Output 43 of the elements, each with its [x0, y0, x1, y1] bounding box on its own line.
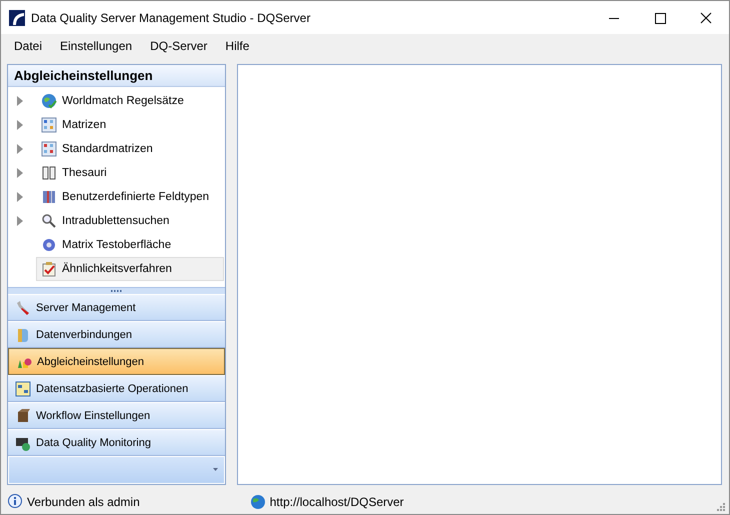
navigation-button[interactable]: Data Quality Monitoring: [8, 429, 225, 456]
navigation-button[interactable]: Server Management: [8, 294, 225, 321]
status-connection: Verbunden als admin: [1, 494, 140, 510]
menu-item[interactable]: Einstellungen: [53, 39, 140, 53]
window-title: Data Quality Server Management Studio - DQServer: [31, 10, 312, 24]
globe-icon: [250, 494, 266, 510]
app-logo-icon: [9, 10, 25, 26]
panel-header: Abgleicheinstellungen: [8, 65, 225, 87]
resize-grip-icon[interactable]: [715, 501, 725, 511]
database-icon: [15, 326, 31, 342]
status-url: http://localhost/DQServer: [244, 494, 404, 510]
navigation-button[interactable]: Datensatzbasierte Operationen: [8, 375, 225, 402]
expand-arrow-icon[interactable]: [17, 144, 23, 154]
columns-icon: [41, 189, 57, 205]
expand-arrow-icon[interactable]: [17, 192, 23, 202]
menu-item[interactable]: Datei: [7, 39, 50, 53]
grid-icon: [41, 141, 57, 157]
expand-arrow-icon[interactable]: [17, 96, 23, 106]
tree-item[interactable]: Benutzerdefinierte Feldtypen: [36, 185, 224, 209]
expand-arrow-icon[interactable]: [17, 120, 23, 130]
dropdown-arrow-icon[interactable]: [213, 468, 218, 471]
expand-arrow-icon[interactable]: [17, 168, 23, 178]
tree-item[interactable]: Worldmatch Regelsätze: [36, 89, 224, 113]
info-icon: [7, 494, 23, 510]
book-icon: [41, 165, 57, 181]
navigation-button[interactable]: Workflow Einstellungen: [8, 402, 225, 429]
diagram-icon: [15, 380, 31, 396]
tree-item[interactable]: Standardmatrizen: [36, 137, 224, 161]
grid-icon: [41, 117, 57, 133]
tree-item[interactable]: Intradublettensuchen: [36, 209, 224, 233]
box-icon: [15, 408, 31, 424]
navigation-button[interactable]: Datenverbindungen: [8, 321, 225, 348]
navigation-button[interactable]: Abgleicheinstellungen: [8, 348, 225, 375]
tree-item[interactable]: Ähnlichkeitsverfahren: [36, 257, 224, 281]
tree-item[interactable]: Matrix Testoberfläche: [36, 233, 224, 257]
magnifier-icon: [41, 213, 57, 229]
tree-item[interactable]: Thesauri: [36, 161, 224, 185]
expand-arrow-icon[interactable]: [17, 216, 23, 226]
clipboard-icon: [41, 261, 57, 277]
menu-item[interactable]: DQ-Server: [143, 39, 214, 53]
globe-icon: [41, 93, 57, 109]
menu-item[interactable]: Hilfe: [218, 39, 256, 53]
tree-item[interactable]: Matrizen: [36, 113, 224, 137]
